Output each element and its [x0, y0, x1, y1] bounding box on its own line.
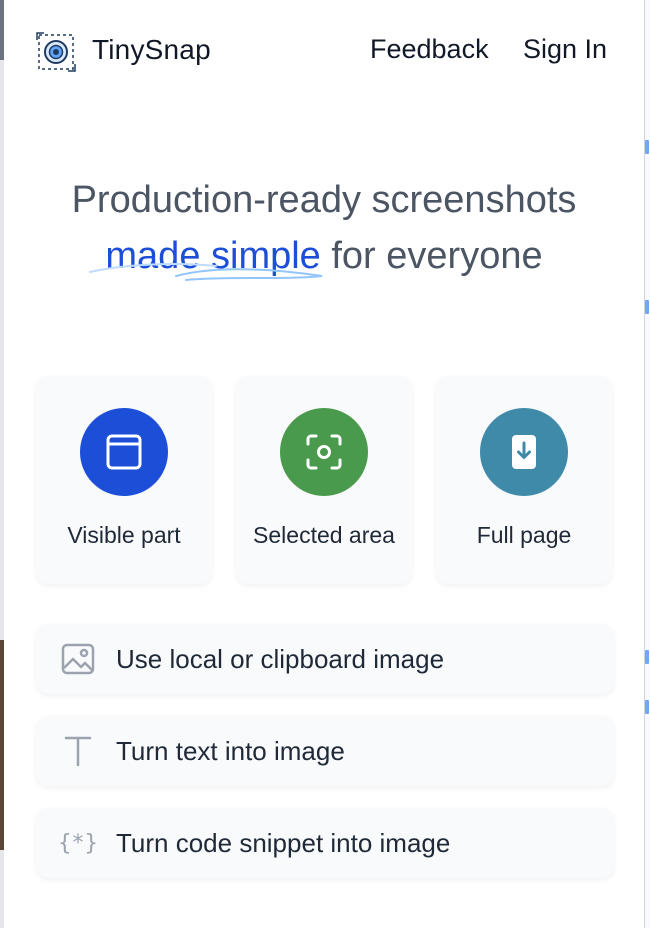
hero-line-1: Production-ready screenshots — [71, 179, 577, 221]
action-label: Turn code snippet into image — [116, 828, 451, 858]
selected-area-button[interactable]: Selected area — [236, 376, 412, 584]
brand-name: TinySnap — [92, 34, 211, 65]
mode-icon-circle — [480, 408, 568, 496]
tinysnap-popup: TinySnap Feedback Sign In Production-rea… — [4, 0, 645, 928]
scribble-underline — [89, 263, 323, 281]
action-label: Turn text into image — [116, 736, 345, 766]
hero-line-2-rest: for everyone — [320, 235, 543, 277]
mode-label: Selected area — [253, 522, 395, 548]
background-text-fragment — [645, 140, 649, 154]
mode-icon-circle — [280, 408, 368, 496]
mode-icon-circle — [80, 408, 168, 496]
code-snippet-to-image-button[interactable]: {*} Turn code snippet into image — [36, 808, 614, 878]
text-icon — [60, 733, 96, 769]
background-text-fragment — [645, 300, 649, 314]
browser-window-icon — [106, 434, 142, 470]
image-icon — [60, 641, 96, 677]
page-download-icon — [512, 435, 536, 469]
background-text-fragment — [645, 650, 649, 664]
tinysnap-logo-icon — [36, 32, 76, 72]
visible-part-button[interactable]: Visible part — [36, 376, 212, 584]
focus-frame-icon — [306, 434, 342, 470]
feedback-link[interactable]: Feedback — [370, 34, 489, 65]
header: TinySnap Feedback Sign In — [4, 0, 644, 104]
code-braces-icon: {*} — [58, 830, 98, 856]
mode-label: Visible part — [67, 522, 181, 548]
local-clipboard-image-button[interactable]: Use local or clipboard image — [36, 624, 614, 694]
text-to-image-button[interactable]: Turn text into image — [36, 716, 614, 786]
action-label: Use local or clipboard image — [116, 644, 445, 674]
background-text-fragment — [645, 700, 649, 714]
mode-label: Full page — [476, 522, 572, 548]
full-page-button[interactable]: Full page — [436, 376, 612, 584]
capture-modes: Visible part Selected area Full page — [36, 376, 614, 584]
sign-in-link[interactable]: Sign In — [523, 34, 607, 65]
